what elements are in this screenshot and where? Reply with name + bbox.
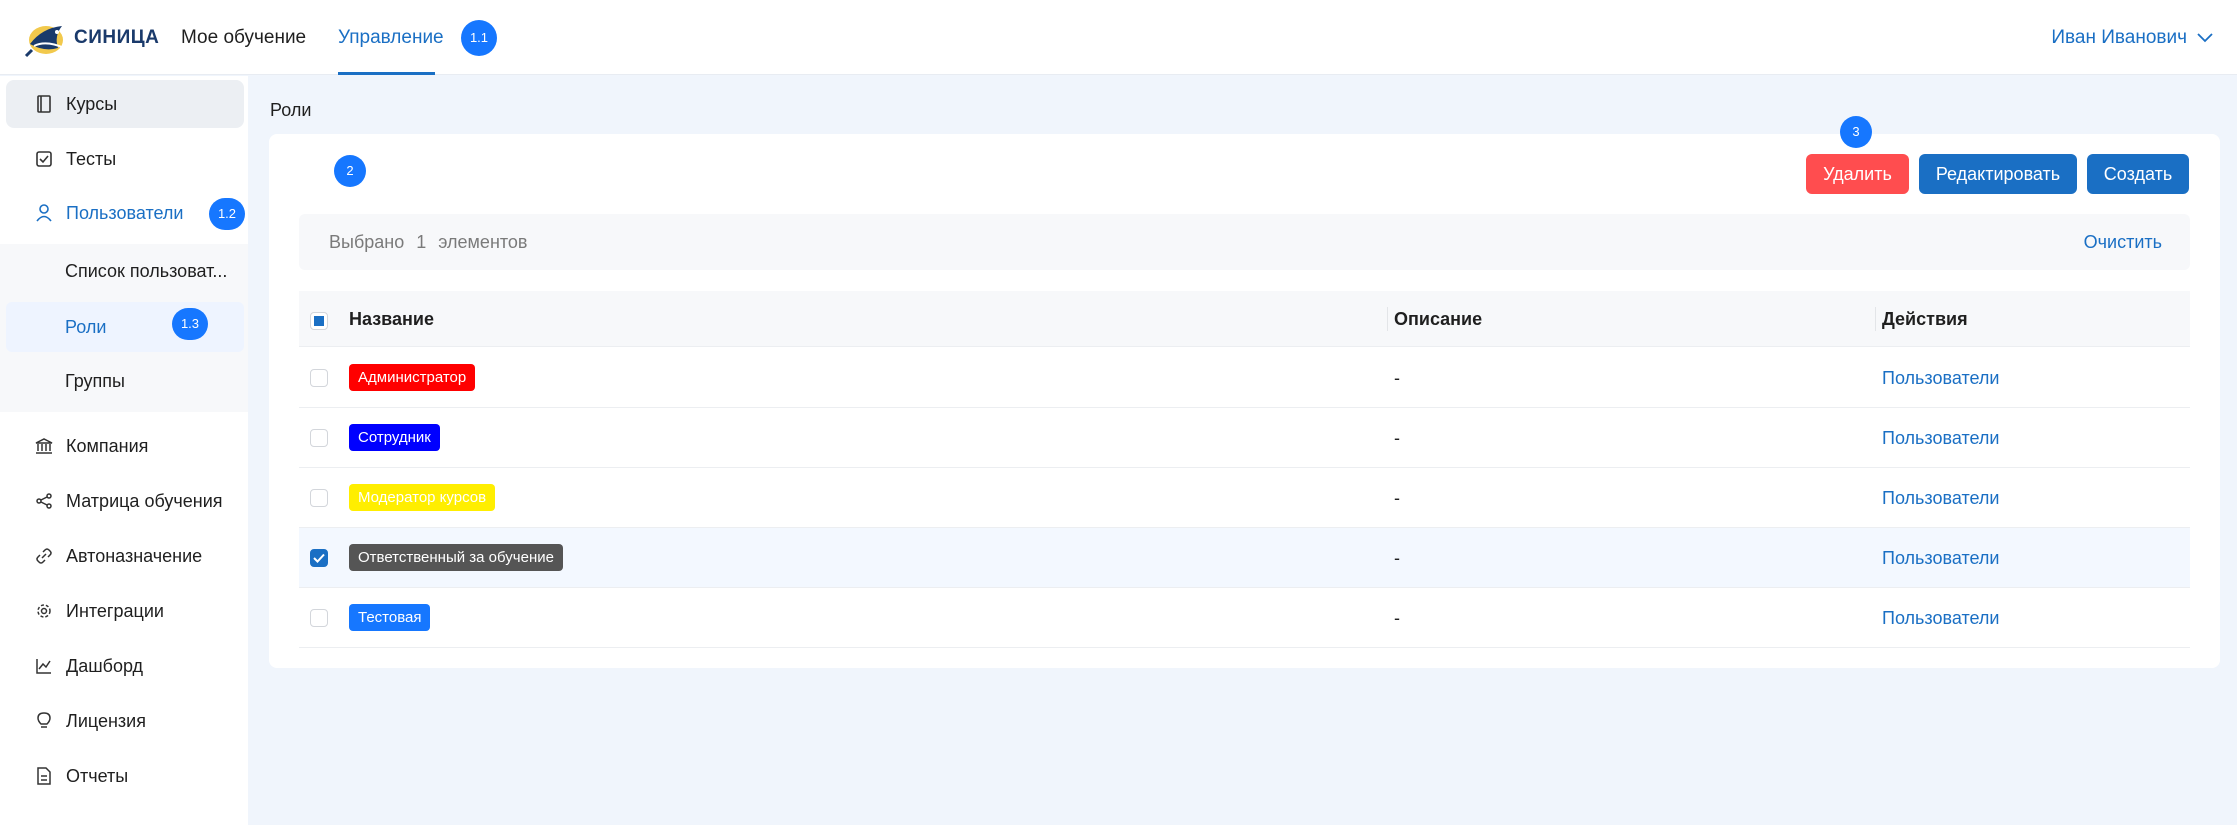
table-row[interactable]: Администратор - Пользователи	[299, 348, 2190, 408]
gear-icon	[34, 601, 54, 621]
sidebar-item-label: Дашборд	[66, 655, 144, 676]
checkbox-icon	[34, 149, 54, 169]
step-badge-1-3: 1.3	[172, 308, 208, 340]
select-all-checkbox[interactable]	[310, 312, 328, 330]
logo[interactable]: СИНИЦА	[24, 18, 159, 58]
row-checkbox[interactable]	[310, 549, 328, 567]
selection-summary: Выбрано 1 элементов	[329, 214, 540, 270]
delete-button[interactable]: Удалить	[1806, 154, 1909, 194]
nav-active-indicator	[338, 72, 435, 75]
link-icon	[34, 546, 54, 566]
selection-count: 1	[416, 232, 427, 252]
role-tag: Тестовая	[349, 604, 431, 631]
top-header: СИНИЦА Мое обучение Управление 1.1 Иван …	[0, 0, 2237, 75]
titmouse-logo-icon	[24, 26, 65, 58]
sidebar-item-label: Матрица обучения	[66, 490, 223, 511]
submenu-item-groups[interactable]: Группы	[6, 356, 244, 406]
sidebar-item-company[interactable]: Компания	[6, 422, 244, 470]
selection-prefix: Выбрано	[329, 232, 405, 252]
row-checkbox[interactable]	[310, 429, 328, 447]
sidebar-item-label: Лицензия	[66, 710, 146, 731]
user-icon	[34, 203, 54, 223]
role-description: -	[1394, 608, 1400, 628]
user-menu[interactable]: Иван Иванович	[2051, 0, 2213, 75]
selection-bar: Выбрано 1 элементов Очистить	[299, 214, 2190, 270]
nav-management[interactable]: Управление	[338, 0, 444, 75]
step-badge-1-1: 1.1	[461, 20, 497, 56]
clear-selection-link[interactable]: Очистить	[2084, 214, 2162, 270]
sidebar-item-label: Курсы	[66, 93, 118, 114]
column-header-description: Описание	[1394, 309, 1483, 329]
role-tag: Сотрудник	[349, 424, 440, 451]
role-tag: Ответственный за обучение	[349, 544, 563, 571]
role-description: -	[1394, 428, 1400, 448]
row-checkbox[interactable]	[310, 489, 328, 507]
checkmark-icon	[313, 553, 325, 563]
lightbulb-icon	[34, 711, 54, 731]
sidebar-item-auto-assign[interactable]: Автоназначение	[6, 532, 244, 580]
role-tag: Администратор	[349, 364, 476, 391]
role-description: -	[1394, 548, 1400, 568]
submenu-item-roles[interactable]: Роли	[6, 302, 244, 352]
sidebar-item-reports[interactable]: Отчеты	[6, 752, 244, 800]
file-icon	[34, 766, 54, 786]
row-checkbox[interactable]	[310, 369, 328, 387]
role-description: -	[1394, 488, 1400, 508]
step-badge-1-2: 1.2	[209, 198, 245, 230]
user-name: Иван Иванович	[2051, 27, 2187, 48]
sidebar-item-learning-matrix[interactable]: Матрица обучения	[6, 477, 244, 525]
table-row[interactable]: Тестовая - Пользователи	[299, 588, 2190, 648]
role-users-link[interactable]: Пользователи	[1882, 348, 1999, 408]
column-header-actions: Действия	[1882, 309, 1968, 329]
row-checkbox[interactable]	[310, 609, 328, 627]
sidebar-item-courses[interactable]: Курсы	[6, 80, 244, 128]
breadcrumb: Роли	[270, 100, 312, 120]
sidebar-item-license[interactable]: Лицензия	[6, 697, 244, 745]
logo-text: СИНИЦА	[74, 27, 160, 48]
table-row[interactable]: Ответственный за обучение - Пользователи	[299, 528, 2190, 588]
create-button[interactable]: Создать	[2087, 154, 2189, 194]
sidebar-item-tests[interactable]: Тесты	[6, 135, 244, 183]
column-separator	[1387, 307, 1388, 331]
share-nodes-icon	[34, 491, 54, 511]
sidebar-item-label: Компания	[66, 435, 149, 456]
table-header: Название Описание Действия	[299, 291, 2190, 347]
table-row[interactable]: Модератор курсов - Пользователи	[299, 468, 2190, 528]
step-badge-2: 2	[334, 155, 366, 187]
step-badge-3: 3	[1840, 116, 1872, 148]
book-icon	[34, 94, 54, 114]
sidebar-item-integrations[interactable]: Интеграции	[6, 587, 244, 635]
column-separator	[1875, 307, 1876, 331]
users-submenu: Список пользоват... Роли Группы	[0, 244, 248, 412]
bank-icon	[34, 436, 54, 456]
role-users-link[interactable]: Пользователи	[1882, 588, 1999, 648]
table-row[interactable]: Сотрудник - Пользователи	[299, 408, 2190, 468]
sidebar-item-label: Отчеты	[66, 765, 129, 786]
sidebar-item-label: Пользователи	[66, 202, 184, 223]
sidebar-item-label: Автоназначение	[66, 545, 203, 566]
role-users-link[interactable]: Пользователи	[1882, 528, 1999, 588]
nav-my-learning[interactable]: Мое обучение	[181, 0, 306, 75]
role-description: -	[1394, 368, 1400, 388]
edit-button[interactable]: Редактировать	[1919, 154, 2077, 194]
column-header-name: Название	[349, 309, 434, 329]
sidebar: Курсы Тесты Пользователи 1.2 Список поль…	[0, 76, 248, 825]
roles-card: 2 3 Удалить Редактировать Создать Выбран…	[269, 116, 2220, 668]
selection-suffix: элементов	[438, 232, 528, 252]
sidebar-item-dashboard[interactable]: Дашборд	[6, 642, 244, 690]
role-users-link[interactable]: Пользователи	[1882, 408, 1999, 468]
role-users-link[interactable]: Пользователи	[1882, 468, 1999, 528]
chevron-down-icon	[2197, 32, 2213, 42]
line-chart-icon	[34, 656, 54, 676]
submenu-item-user-list[interactable]: Список пользоват...	[6, 246, 244, 296]
checkbox-indeterminate-icon	[314, 316, 324, 326]
role-tag: Модератор курсов	[349, 484, 496, 511]
sidebar-item-label: Тесты	[66, 148, 117, 169]
sidebar-item-label: Интеграции	[66, 600, 164, 621]
